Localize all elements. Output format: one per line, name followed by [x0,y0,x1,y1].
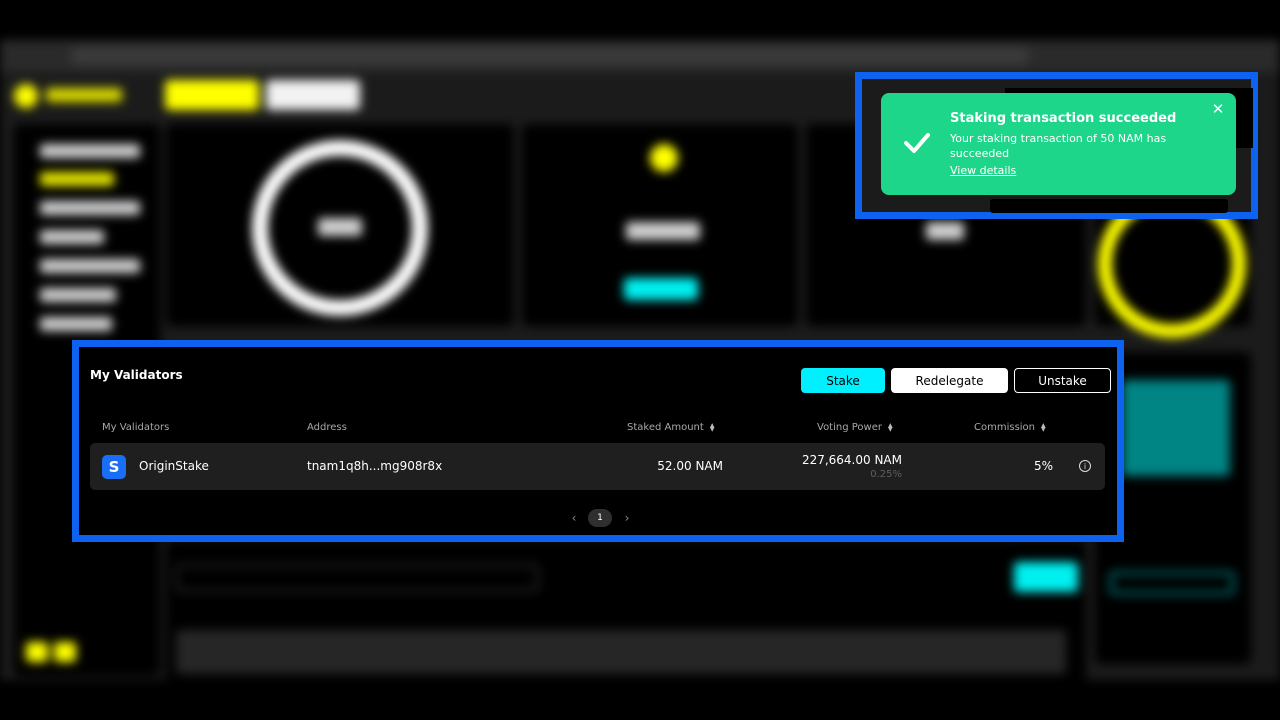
column-header-commission[interactable]: Commission ▲ ▼ [974,422,1046,433]
success-toast: Staking transaction succeeded Your staki… [881,93,1236,195]
pagination-page[interactable]: 1 [588,509,612,527]
column-header-validator: My Validators [102,422,170,433]
background-nav-item [40,144,140,158]
panel-title: My Validators [90,368,183,382]
sort-icon[interactable]: ▲ ▼ [888,422,893,432]
brand-wordmark [46,88,122,102]
background-text [626,222,700,240]
background-button [1014,562,1078,592]
column-header-voting-power[interactable]: Voting Power ▲ ▼ [817,422,893,433]
sort-icon[interactable]: ▲ ▼ [1041,422,1046,432]
voting-power-percent: 0.25% [870,469,902,480]
toast-message: Your staking transaction of 50 NAM has s… [950,132,1167,160]
background-coin-icon [650,144,678,172]
background-search-input [176,565,538,591]
staked-amount: 52.00 NAM [657,459,723,473]
commission: 5% [1033,459,1053,473]
address-bar [70,47,1030,65]
column-header-address: Address [307,422,347,433]
screen: My Validators Stake Redelegate Unstake M… [0,0,1280,720]
browser-toolbar [0,40,1280,72]
sort-icon[interactable]: ▲ ▼ [710,422,715,432]
background-nav-item [40,259,140,273]
check-icon [904,133,930,153]
background-text [318,218,362,236]
background-social-icon [26,642,48,662]
background-text [926,222,964,240]
info-icon[interactable]: i [1079,460,1091,472]
background-nav-item [40,201,140,215]
background-button [1110,572,1234,594]
my-validators-panel: My Validators Stake Redelegate Unstake M… [83,350,1113,532]
background-nav-item [40,317,112,331]
column-header-staked-amount[interactable]: Staked Amount ▲ ▼ [627,422,714,433]
view-details-link[interactable]: View details [950,164,1016,177]
unstake-button[interactable]: Unstake [1014,368,1111,393]
validator-address: tnam1q8h...mg908r8x [307,459,443,473]
background-nav-item-active [40,172,114,186]
background-nav-item [40,288,116,302]
background-button [624,278,698,300]
table-row[interactable]: S OriginStake tnam1q8h...mg908r8x 52.00 … [90,443,1105,490]
close-icon[interactable]: ✕ [1211,102,1225,117]
background-card-fragment [990,199,1228,213]
chevron-left-icon[interactable]: ‹ [567,510,581,526]
background-illustration [1122,380,1230,476]
background-primary-button [165,80,259,110]
toast-title: Staking transaction succeeded [950,111,1177,126]
background-nav-item [40,230,104,244]
brand-logo [14,84,38,108]
voting-power: 227,664.00 NAM [801,453,902,467]
stake-button[interactable]: Stake [801,368,885,393]
redelegate-button[interactable]: Redelegate [891,368,1008,393]
validator-name[interactable]: OriginStake [139,459,209,473]
background-secondary-button [266,80,360,110]
background-table-row [176,630,1066,674]
background-social-icon [54,642,76,662]
chevron-right-icon[interactable]: › [620,510,634,526]
validator-logo: S [102,455,126,479]
